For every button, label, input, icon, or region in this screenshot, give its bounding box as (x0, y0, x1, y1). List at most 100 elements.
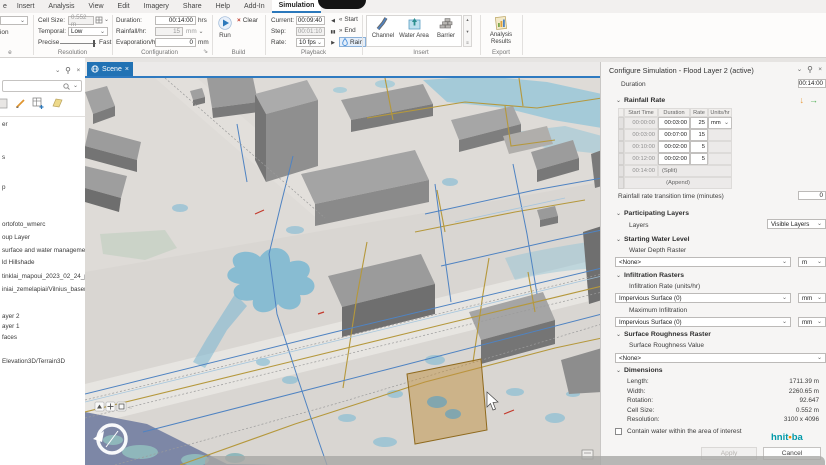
layer-item[interactable]: surface and water management (2, 247, 85, 254)
section-chevron-icon[interactable]: ⌄ (616, 97, 621, 104)
infiltration-rate-unit-dropdown[interactable]: mm ⌄ (798, 293, 826, 303)
dialog-launcher-icon[interactable]: ⇘ (203, 48, 208, 55)
tab-analysis[interactable]: Analysis (41, 0, 81, 13)
step-forward-button[interactable]: ▶ (328, 38, 338, 47)
close-icon[interactable]: × (76, 67, 80, 74)
close-icon[interactable]: × (125, 66, 129, 73)
step-input[interactable]: 00:01:10 (296, 27, 325, 36)
chevron-down-icon[interactable]: ⌄ (55, 66, 60, 74)
layer-item[interactable]: iniai_zemelapiai/Vilnius_basem... (2, 286, 85, 293)
rainfall-unit-dropdown[interactable]: mm ⌄ (186, 28, 203, 35)
surface-roughness-dropdown[interactable]: <None> ⌄ (615, 353, 826, 363)
rate-cell[interactable]: 15 (690, 129, 708, 141)
maximum-infiltration-dropdown[interactable]: Impervious Surface (0) ⌄ (615, 317, 791, 327)
step-next-icon[interactable]: → (809, 95, 818, 105)
append-row[interactable]: (Append) (624, 177, 732, 189)
partial-label: ion (0, 29, 9, 36)
scroll-down-icon[interactable]: ▾ (466, 29, 468, 35)
channel-tool[interactable]: Channel (368, 16, 398, 39)
section-chevron-icon[interactable]: ⌄ (616, 272, 621, 279)
partial-dropdown[interactable]: ⌄ (0, 16, 28, 25)
scene-3d-view[interactable]: S (85, 62, 602, 465)
tab-help[interactable]: Help (209, 0, 237, 13)
duration-cell[interactable]: 00:02:00 (658, 141, 690, 153)
pause-button[interactable]: ▮▮ (328, 27, 338, 36)
gallery-scroll[interactable]: ▴ ▾ ≡ (463, 15, 472, 47)
water-area-tool[interactable]: Water Area (398, 16, 430, 39)
maximum-infiltration-unit-dropdown[interactable]: mm ⌄ (798, 317, 826, 327)
playback-start-button[interactable]: « Start (339, 16, 358, 23)
pin-icon[interactable] (807, 66, 813, 73)
infiltration-rate-dropdown[interactable]: Impervious Surface (0) ⌄ (615, 293, 791, 303)
layer-item[interactable]: tinklai_mapoui_2023_02_24_pub... (2, 273, 85, 280)
resolution-slider-handle[interactable] (93, 40, 95, 47)
layer-item-terrain[interactable]: Elevation3D/Terrain3D (2, 358, 85, 365)
tab-fragment[interactable]: e (0, 3, 10, 10)
gallery-expand-icon[interactable]: ≡ (466, 40, 469, 45)
layer-item[interactable]: oup Layer (2, 234, 85, 241)
area-of-interest-polygon[interactable] (407, 359, 487, 444)
chevron-down-icon[interactable]: ⌄ (797, 65, 802, 73)
water-depth-unit-dropdown[interactable]: m ⌄ (798, 257, 826, 267)
run-button[interactable]: Run (215, 15, 235, 47)
section-chevron-icon[interactable]: ⌄ (616, 331, 621, 338)
evaporation-input[interactable]: 0 (155, 38, 196, 47)
duration-cell[interactable]: 00:07:00 (658, 129, 690, 141)
label-tag-icon[interactable] (51, 97, 64, 109)
analysis-results-button[interactable]: Analysis Results (483, 15, 519, 46)
layer-item[interactable]: faces (2, 334, 85, 341)
layer-item[interactable]: s (2, 154, 85, 161)
add-table-icon[interactable] (32, 97, 45, 109)
chevron-down-icon[interactable]: ⌄ (104, 18, 109, 22)
rate-dropdown[interactable]: 10 fps ⌄ (296, 38, 325, 47)
resolution-slider-track[interactable] (60, 43, 96, 44)
units-dropdown[interactable]: mm⌄ (708, 117, 732, 129)
contain-water-checkbox[interactable] (615, 428, 622, 435)
layers-dropdown[interactable]: Visible Layers ⌄ (767, 219, 826, 229)
tab-edit[interactable]: Edit (111, 0, 137, 13)
clear-button[interactable]: × Clear (237, 17, 258, 24)
rainfall-input[interactable]: 15 (155, 27, 183, 36)
move-down-icon[interactable]: ↓ (800, 95, 805, 105)
layer-item-flood-layer-2[interactable]: ayer 2 (2, 313, 85, 320)
rate-cell[interactable]: 5 (690, 153, 708, 165)
duration-cell[interactable]: 00:03:00 (658, 117, 690, 129)
tab-simulation-active[interactable]: Simulation (272, 0, 322, 13)
close-icon[interactable]: × (818, 66, 822, 73)
section-chevron-icon[interactable]: ⌄ (616, 210, 621, 217)
layer-item-flood-layer-1[interactable]: ayer 1 (2, 323, 85, 330)
layer-item[interactable]: p (2, 184, 85, 191)
search-input[interactable]: ⌄ (2, 80, 82, 92)
temporal-dropdown[interactable]: Low ⌄ (68, 27, 108, 36)
transition-time-input[interactable]: 0 (798, 191, 826, 200)
barrier-tool[interactable]: Barrier (431, 16, 461, 39)
rate-cell[interactable]: 25 (690, 117, 708, 129)
scene-tab[interactable]: Scene × (87, 62, 133, 76)
duration-input[interactable]: 00:14:00 (798, 79, 826, 88)
cell-size-input[interactable]: 0.552 m (68, 16, 94, 25)
section-chevron-icon[interactable]: ⌄ (616, 236, 621, 243)
duration-cell[interactable]: 00:02:00 (658, 153, 690, 165)
tab-insert[interactable]: Insert (10, 0, 42, 13)
scroll-up-icon[interactable]: ▴ (466, 17, 468, 23)
tab-imagery[interactable]: Imagery (137, 0, 176, 13)
layer-item[interactable]: er (2, 121, 85, 128)
tab-add-in[interactable]: Add-In (237, 0, 272, 13)
water-depth-raster-dropdown[interactable]: <None> ⌄ (615, 257, 791, 267)
rate-cell[interactable]: 5 (690, 141, 708, 153)
partial-tool-icon[interactable] (0, 98, 9, 109)
tab-share[interactable]: Share (176, 0, 209, 13)
current-input[interactable]: 00:09:40 (296, 16, 325, 25)
pin-icon[interactable] (65, 67, 71, 74)
col-duration: Duration (658, 108, 690, 117)
section-chevron-icon[interactable]: ⌄ (616, 367, 621, 374)
split-cell[interactable]: (Split) (658, 165, 732, 177)
pencil-icon[interactable] (15, 98, 26, 109)
tab-view[interactable]: View (82, 0, 111, 13)
duration-input[interactable]: 00:14:00 (155, 16, 196, 25)
layer-item[interactable]: ortofoto_wmerc (2, 221, 85, 228)
playback-end-button[interactable]: » End (339, 27, 356, 34)
step-back-button[interactable]: ◀ (328, 16, 338, 25)
layer-item[interactable]: ld Hillshade (2, 259, 85, 266)
grid-picker-icon[interactable] (95, 16, 103, 24)
